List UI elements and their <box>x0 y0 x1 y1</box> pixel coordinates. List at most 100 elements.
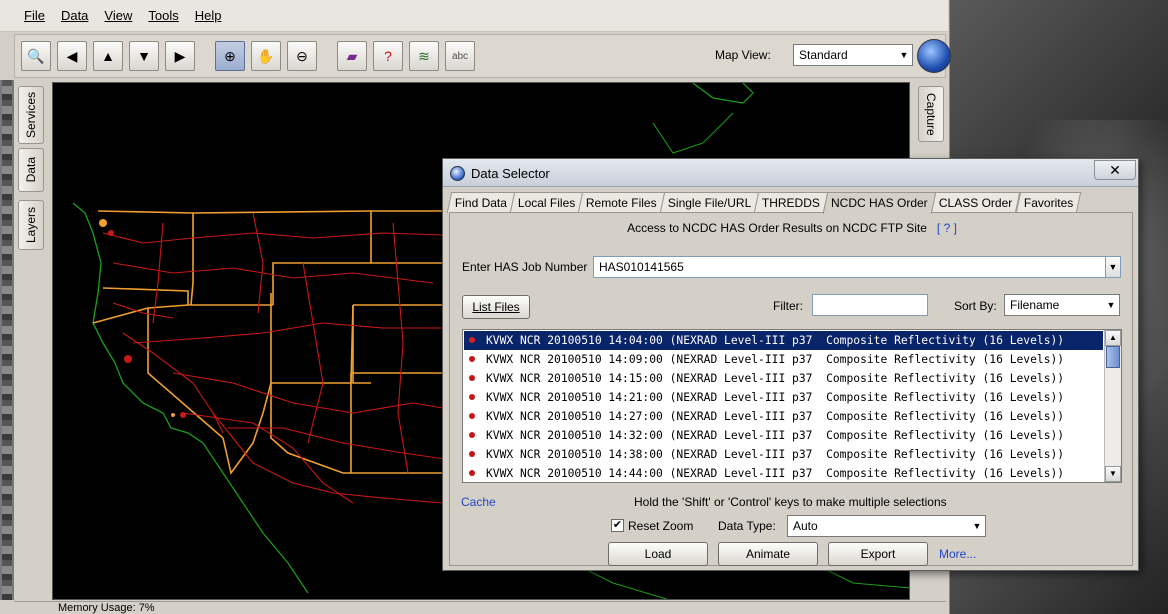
menu-help[interactable]: Help <box>187 0 230 32</box>
close-icon: ✕ <box>1109 162 1121 178</box>
bookmarks-button[interactable]: ▰ <box>337 41 367 71</box>
list-item[interactable]: KVWX NCR 20100510 14:21:00 (NEXRAD Level… <box>464 388 1103 407</box>
tab-data[interactable]: Data <box>18 148 44 192</box>
memory-usage: Memory Usage: 7% <box>58 602 155 614</box>
filter-input[interactable] <box>812 294 928 316</box>
question-icon: ? <box>384 48 392 64</box>
toolbar: 🔍 ◀ ▲ ▼ ▶ ⊕ ✋ ⊖ ▰ ? ≋ abc Map View: Stan… <box>14 34 951 78</box>
arrow-down-icon: ▼ <box>137 48 151 64</box>
job-history-dropdown[interactable]: ▼ <box>1105 256 1121 278</box>
export-button[interactable]: Export <box>828 542 928 566</box>
zoom-out-button[interactable]: ⊖ <box>287 41 317 71</box>
book-icon: ▰ <box>346 47 358 64</box>
zoom-in-button[interactable]: ⊕ <box>215 41 245 71</box>
dialog-tabs: Find Data Local Files Remote Files Singl… <box>446 192 1082 214</box>
status-bar: Memory Usage: 7% <box>14 601 946 614</box>
scroll-down-icon[interactable]: ▼ <box>1105 466 1121 482</box>
tab-single-file-url[interactable]: Single File/URL <box>659 192 760 213</box>
help-link[interactable]: [ ? ] <box>937 221 957 235</box>
tab-ncdc-has-order[interactable]: NCDC HAS Order <box>823 192 937 214</box>
list-item[interactable]: KVWX NCR 20100510 14:15:00 (NEXRAD Level… <box>464 369 1103 388</box>
animate-button[interactable]: Animate <box>718 542 818 566</box>
pan-down-button[interactable]: ▼ <box>129 41 159 71</box>
sort-by-label: Sort By: <box>954 299 997 313</box>
labels-button[interactable]: abc <box>445 41 475 71</box>
tab-capture[interactable]: Capture <box>918 86 944 142</box>
abc-icon: abc <box>451 50 469 62</box>
file-list-scrollbar[interactable]: ▲ ▼ <box>1104 330 1121 482</box>
data-type-label: Data Type: <box>718 519 776 533</box>
left-edge-strip <box>0 80 14 600</box>
pan-up-button[interactable]: ▲ <box>93 41 123 71</box>
list-files-button[interactable]: List Files <box>462 295 530 319</box>
tab-layers[interactable]: Layers <box>18 200 44 250</box>
map-view-select[interactable]: Standard ▼ <box>793 44 913 66</box>
tab-thredds[interactable]: THREDDS <box>754 192 829 213</box>
status-dot-icon <box>469 356 475 362</box>
list-item[interactable]: KVWX NCR 20100510 14:32:00 (NEXRAD Level… <box>464 426 1103 445</box>
chevron-down-icon: ▼ <box>899 50 909 60</box>
status-dot-icon <box>469 470 475 476</box>
menu-tools[interactable]: Tools <box>140 0 186 32</box>
list-item[interactable]: KVWX NCR 20100510 14:09:00 (NEXRAD Level… <box>464 350 1103 369</box>
app-logo-icon <box>450 166 465 181</box>
zoom-in-icon: ⊕ <box>224 47 236 64</box>
scroll-thumb[interactable] <box>1106 346 1120 368</box>
chevron-down-icon: ▼ <box>1106 300 1116 310</box>
dialog-titlebar[interactable]: Data Selector ✕ <box>443 159 1138 187</box>
access-text: Access to NCDC HAS Order Results on NCDC… <box>627 221 957 235</box>
load-button[interactable]: Load <box>608 542 708 566</box>
job-number-input[interactable]: HAS010141565 <box>593 256 1107 278</box>
file-list[interactable]: KVWX NCR 20100510 14:04:00 (NEXRAD Level… <box>462 329 1122 483</box>
arrow-right-icon: ▶ <box>174 47 186 64</box>
sort-by-select[interactable]: Filename ▼ <box>1004 294 1120 316</box>
tab-class-order[interactable]: CLASS Order <box>930 192 1021 213</box>
pan-left-button[interactable]: ◀ <box>57 41 87 71</box>
tab-favorites[interactable]: Favorites <box>1015 192 1082 213</box>
status-dot-icon <box>469 451 475 457</box>
list-item[interactable]: KVWX NCR 20100510 14:27:00 (NEXRAD Level… <box>464 407 1103 426</box>
status-dot-icon <box>469 413 475 419</box>
checkmark-icon: ✔ <box>612 519 623 531</box>
status-dot-icon <box>469 337 475 343</box>
hand-icon: ✋ <box>257 47 275 64</box>
scroll-up-icon[interactable]: ▲ <box>1105 330 1121 346</box>
data-selector-dialog: Data Selector ✕ Find Data Local Files Re… <box>442 158 1139 571</box>
more-link[interactable]: More... <box>939 547 976 561</box>
close-button[interactable]: ✕ <box>1094 160 1136 180</box>
menu-data[interactable]: Data <box>53 0 96 32</box>
tab-local-files[interactable]: Local Files <box>509 192 584 213</box>
globe-icon[interactable] <box>917 39 951 73</box>
identify-button[interactable]: ? <box>373 41 403 71</box>
menu-view[interactable]: View <box>96 0 140 32</box>
job-number-label: Enter HAS Job Number <box>462 260 588 274</box>
tab-find-data[interactable]: Find Data <box>446 192 516 213</box>
data-type-select[interactable]: Auto ▼ <box>787 515 986 537</box>
list-item[interactable]: KVWX NCR 20100510 14:04:00 (NEXRAD Level… <box>464 331 1103 350</box>
selection-hint: Hold the 'Shift' or 'Control' keys to ma… <box>634 495 947 509</box>
layers-icon: ≋ <box>418 47 430 64</box>
arrow-up-icon: ▲ <box>101 48 115 64</box>
menu-bar: File Data View Tools Help <box>0 0 948 32</box>
arrow-left-icon: ◀ <box>66 47 78 64</box>
filter-label: Filter: <box>773 299 803 313</box>
reset-zoom-checkbox[interactable]: ✔ <box>611 519 624 532</box>
map-view-value: Standard <box>799 48 848 62</box>
cache-link[interactable]: Cache <box>461 495 496 509</box>
tab-services[interactable]: Services <box>18 86 44 144</box>
chevron-down-icon: ▼ <box>1108 262 1118 272</box>
zoom-out-icon: ⊖ <box>296 47 308 64</box>
list-item[interactable]: KVWX NCR 20100510 14:44:00 (NEXRAD Level… <box>464 464 1103 483</box>
pan-right-button[interactable]: ▶ <box>165 41 195 71</box>
layers-button[interactable]: ≋ <box>409 41 439 71</box>
list-item[interactable]: KVWX NCR 20100510 14:38:00 (NEXRAD Level… <box>464 445 1103 464</box>
has-order-panel: Access to NCDC HAS Order Results on NCDC… <box>449 212 1133 566</box>
magnifier-globe-icon: 🔍 <box>27 47 45 64</box>
menu-file[interactable]: File <box>16 0 53 32</box>
chevron-down-icon: ▼ <box>972 521 982 531</box>
tab-remote-files[interactable]: Remote Files <box>578 192 666 213</box>
zoom-to-extent-button[interactable]: 🔍 <box>21 41 51 71</box>
status-dot-icon <box>469 432 475 438</box>
pan-tool-button[interactable]: ✋ <box>251 41 281 71</box>
map-view-label: Map View: <box>715 48 771 62</box>
